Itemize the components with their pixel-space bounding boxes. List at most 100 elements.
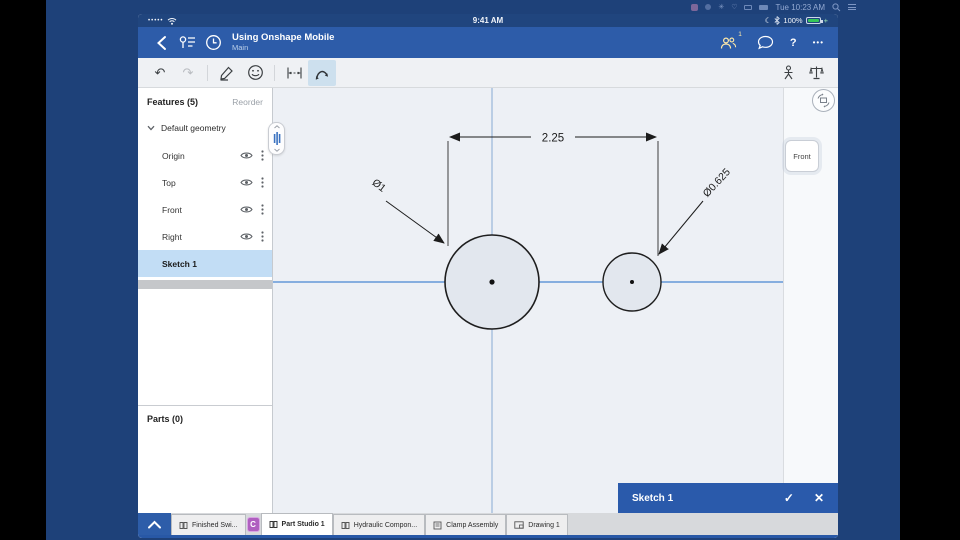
spotlight-icon[interactable] — [832, 2, 841, 12]
visibility-eye-icon[interactable] — [240, 178, 253, 187]
cell-signal-icon: ••••• — [148, 17, 164, 24]
sketch-canvas[interactable]: 2.25 Ø1 Ø0.625 — [273, 88, 783, 513]
tab-part-studio-1[interactable]: Part Studio 1 — [260, 513, 333, 535]
item-menu-icon[interactable] — [261, 231, 264, 242]
item-menu-icon[interactable] — [261, 177, 264, 188]
charging-icon: + — [823, 16, 828, 25]
back-button[interactable] — [148, 31, 174, 55]
view-tools-strip: Front — [783, 88, 838, 513]
battery-icon — [805, 17, 823, 24]
app-header: Using Onshape Mobile Main 1 ? ••• — [138, 27, 838, 58]
bluetooth-menu-icon[interactable]: ✳ — [718, 3, 724, 11]
tab-label: Part Studio 1 — [281, 521, 325, 528]
tab-label: Hydraulic Compon... — [353, 521, 418, 529]
feature-row-top[interactable]: Top — [138, 169, 272, 196]
feature-label: Top — [162, 177, 176, 188]
help-button[interactable]: ? — [790, 37, 797, 49]
collaborator-avatar[interactable]: C — [246, 516, 260, 532]
feature-label: Front — [162, 204, 182, 215]
sketch-confirm-bar: Sketch 1 ✓ ✕ — [618, 483, 838, 513]
part-studio-icon — [269, 521, 277, 528]
battery-percent: 100% — [783, 16, 803, 25]
smiley-tool-icon[interactable] — [241, 60, 269, 86]
cancel-sketch-button[interactable]: ✕ — [814, 491, 824, 505]
comments-button[interactable] — [757, 35, 774, 50]
features-title: Features (5) — [147, 97, 199, 107]
panel-scrollbar[interactable] — [138, 280, 272, 289]
big-circle-center-point[interactable] — [489, 279, 495, 285]
visibility-eye-icon[interactable] — [240, 205, 253, 214]
tabs-expand-button[interactable] — [138, 513, 171, 535]
workspace: Features (5) Reorder Default geometry Or… — [138, 88, 838, 513]
collaborator-count-badge: 1 — [738, 30, 742, 38]
visibility-eye-icon[interactable] — [240, 232, 253, 241]
redo-button[interactable]: ↷ — [174, 60, 202, 86]
menubar-app-icon[interactable] — [691, 3, 699, 11]
document-title: Using Onshape Mobile — [232, 31, 335, 43]
tab-label: Drawing 1 — [528, 521, 560, 529]
sketch-feature-label: Sketch 1 — [162, 258, 197, 269]
dimension-value-big-circle[interactable]: Ø1 — [370, 177, 389, 195]
document-tab-bar: Finished Swi... C Part Studio 1 Hydrauli… — [138, 513, 838, 538]
dimension-tool-icon[interactable] — [280, 60, 308, 86]
desktop-background: ✳ ♡ Tue 10:23 AM ••••• 9:41 AM ☾ 100% + … — [46, 0, 900, 540]
menubar-status-icon[interactable] — [705, 4, 712, 10]
selected-curved-arrow-tool[interactable] — [308, 59, 336, 86]
feature-label: Right — [162, 231, 182, 242]
small-circle-center-point[interactable] — [630, 280, 634, 284]
undo-button[interactable]: ↶ — [146, 60, 174, 86]
tab-finished-switch[interactable]: Finished Swi... — [171, 514, 246, 535]
tab-label: Finished Swi... — [192, 521, 238, 529]
panel-drag-handle[interactable] — [268, 122, 285, 155]
dimension-value-small-circle[interactable]: Ø0.625 — [701, 166, 733, 199]
dimension-value-linear[interactable]: 2.25 — [542, 133, 564, 145]
wifi-menu-icon[interactable]: ♡ — [731, 3, 737, 11]
accept-sketch-button[interactable]: ✓ — [784, 491, 794, 505]
feature-label: Origin — [162, 150, 185, 161]
part-studio-icon — [179, 521, 188, 529]
feature-row-sketch1-selected[interactable]: Sketch 1 — [138, 250, 272, 277]
view-cube-front[interactable]: Front — [785, 140, 819, 172]
parts-panel: Parts (0) — [138, 405, 272, 513]
ios-status-bar: ••••• 9:41 AM ☾ 100% + — [138, 14, 838, 27]
battery-menu-icon[interactable] — [759, 4, 769, 10]
more-menu-button[interactable]: ••• — [813, 38, 824, 47]
status-time: 9:41 AM — [472, 16, 504, 25]
item-menu-icon[interactable] — [261, 150, 264, 161]
bluetooth-icon — [774, 16, 781, 25]
share-users-button[interactable]: 1 — [720, 31, 742, 50]
history-clock-icon[interactable] — [200, 31, 226, 55]
assembly-icon — [433, 521, 442, 529]
rotate-view-button[interactable] — [812, 89, 835, 112]
feature-row-origin[interactable]: Origin — [138, 142, 272, 169]
part-studio-icon — [341, 521, 350, 529]
group-label: Default geometry — [161, 123, 226, 133]
sketch-toolbar: ↶ ↷ — [138, 58, 838, 88]
sketch-dialog-title: Sketch 1 — [632, 492, 674, 504]
feature-row-right[interactable]: Right — [138, 223, 272, 250]
versions-icon[interactable] — [174, 31, 200, 55]
visibility-eye-icon[interactable] — [240, 151, 253, 160]
feature-row-front[interactable]: Front — [138, 196, 272, 223]
menu-bar: ✳ ♡ Tue 10:23 AM — [46, 0, 900, 14]
measure-scales-icon[interactable] — [802, 60, 830, 86]
view-cube-label: Front — [793, 151, 811, 161]
reorder-button[interactable]: Reorder — [232, 97, 263, 107]
line-tool-icon[interactable] — [213, 60, 241, 86]
tab-clamp-assembly[interactable]: Clamp Assembly — [425, 514, 507, 535]
drawing-icon — [514, 521, 524, 529]
ipad-screen: ••••• 9:41 AM ☾ 100% + Using Onshape Mob… — [138, 14, 838, 538]
tab-drawing-1[interactable]: Drawing 1 — [506, 514, 568, 535]
tab-label: Clamp Assembly — [446, 521, 499, 529]
default-geometry-group[interactable]: Default geometry — [138, 114, 272, 142]
menubar-list-icon[interactable] — [848, 4, 856, 10]
tab-hydraulic-component[interactable]: Hydraulic Compon... — [332, 514, 426, 535]
analysis-person-icon[interactable] — [774, 60, 802, 86]
display-menu-icon[interactable] — [744, 4, 753, 10]
workspace-name: Main — [232, 42, 249, 52]
dnd-moon-icon: ☾ — [764, 16, 772, 25]
item-menu-icon[interactable] — [261, 204, 264, 215]
chevron-down-icon — [147, 125, 155, 131]
menubar-clock[interactable]: Tue 10:23 AM — [775, 3, 825, 12]
parts-title: Parts (0) — [147, 414, 184, 424]
